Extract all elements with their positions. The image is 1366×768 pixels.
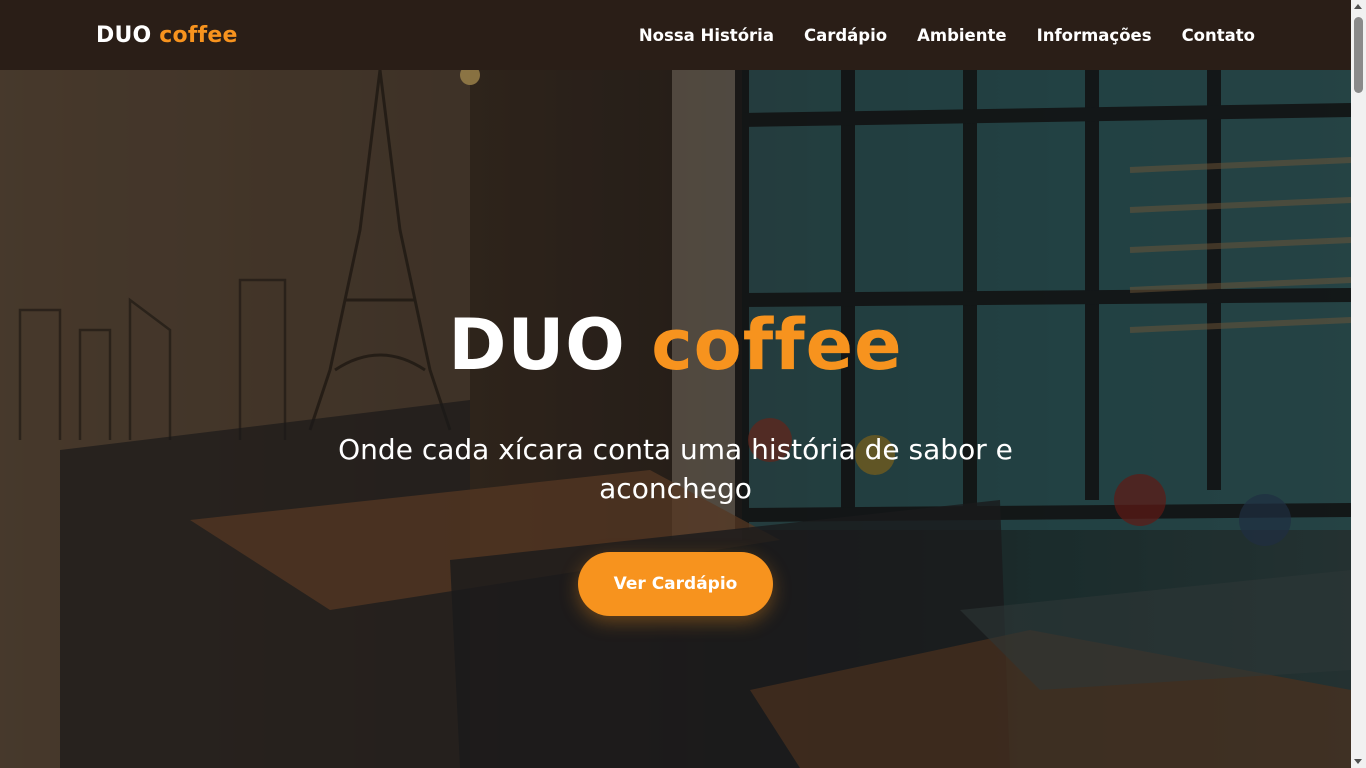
nav-link-nossa-historia[interactable]: Nossa História [639, 26, 774, 45]
nav-link-ambiente[interactable]: Ambiente [917, 26, 1006, 45]
nav-links: Nossa História Cardápio Ambiente Informa… [639, 26, 1255, 45]
hero-title-main: DUO [448, 304, 626, 386]
hero-subtitle: Onde cada xícara conta uma história de s… [338, 433, 1013, 505]
nav-link-informacoes[interactable]: Informações [1037, 26, 1152, 45]
brand-logo[interactable]: DUO coffee [96, 23, 238, 48]
nav-link-cardapio[interactable]: Cardápio [804, 26, 887, 45]
hero-section: DUO coffee Onde cada xícara conta uma hi… [0, 70, 1351, 768]
navbar: DUO coffee Nossa História Cardápio Ambie… [0, 0, 1351, 70]
hero-title-accent: coffee [651, 304, 903, 386]
triangle-up-icon[interactable] [1354, 4, 1362, 9]
brand-accent: coffee [159, 22, 238, 48]
scrollbar-thumb[interactable] [1354, 17, 1363, 93]
brand-main: DUO [96, 22, 152, 48]
triangle-down-icon[interactable] [1354, 759, 1362, 764]
nav-link-contato[interactable]: Contato [1182, 26, 1255, 45]
view-menu-button[interactable]: Ver Cardápio [577, 552, 774, 616]
hero-title: DUO coffee [448, 310, 902, 380]
page-scrollbar[interactable] [1351, 0, 1366, 768]
hero-content: DUO coffee Onde cada xícara conta uma hi… [0, 70, 1351, 768]
